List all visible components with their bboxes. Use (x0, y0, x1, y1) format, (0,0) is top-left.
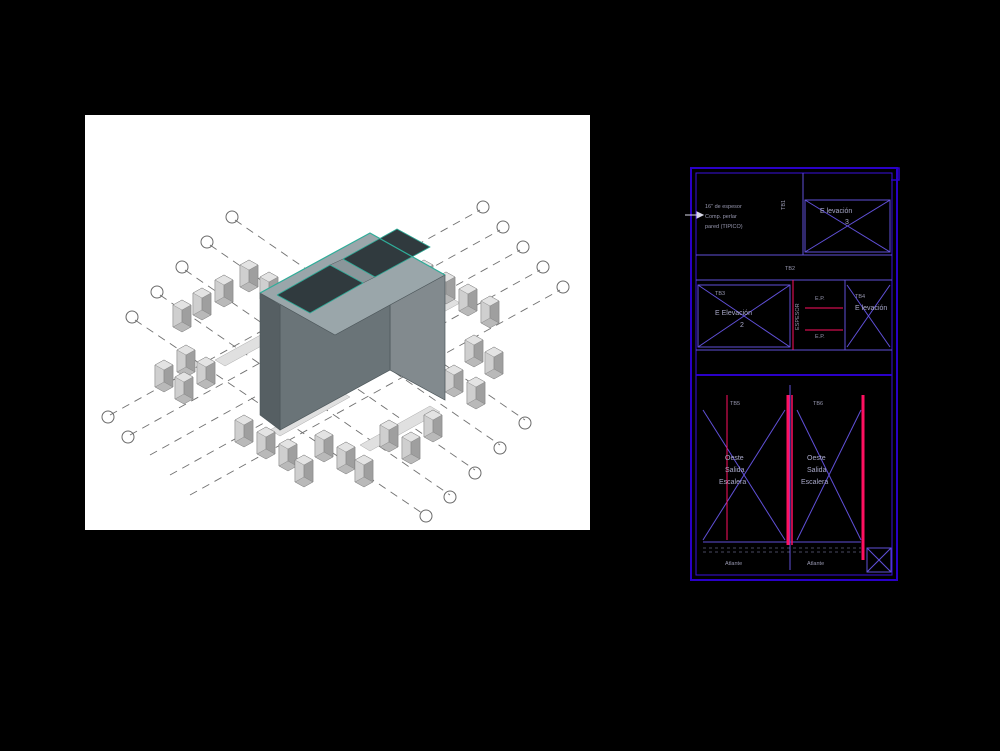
label-esp1: E.P. (815, 296, 825, 302)
leader-arrow (685, 212, 703, 218)
lower-section: TB5 TB6 Oeste Salida Escalera Oeste Sali… (703, 385, 891, 572)
label-tb6: TB6 (813, 401, 823, 407)
label-salida-r: Salida (807, 467, 827, 474)
label-tb1: TB1 (781, 200, 787, 210)
label-escalera-r: Escalera (801, 479, 828, 486)
label-componente: Comp. perlar (705, 214, 737, 220)
label-tb4: TB4 (855, 294, 865, 300)
upper-labels: 16" de espesor Comp. perlar pared (TIPIC… (705, 200, 887, 340)
label-salida-l: Salida (725, 467, 745, 474)
label-vert-espesor: ESPESOR (795, 303, 801, 330)
plan-sheet-panel: 16" de espesor Comp. perlar pared (TIPIC… (685, 160, 905, 590)
label-atlante-r: Atlante (807, 561, 824, 567)
upper-grid (696, 173, 892, 350)
label-escalera-l: Escalera (719, 479, 746, 486)
core-box (260, 229, 445, 430)
iso-3d-panel (85, 115, 590, 530)
label-atlante-l: Atlante (725, 561, 742, 567)
label-oeste-r: Oeste (807, 455, 826, 462)
magenta-markers (727, 395, 863, 560)
label-elev-3b: 3 (845, 219, 849, 226)
label-oeste-l: Oeste (725, 455, 744, 462)
label-elev-2a: E Elevación (715, 310, 752, 317)
label-elev-1a: E levación (855, 305, 887, 312)
label-tb5: TB5 (730, 401, 740, 407)
label-elev-2b: 2 (740, 322, 744, 329)
label-tb2: TB2 (785, 266, 795, 272)
label-esp2: E.P. (815, 334, 825, 340)
label-pared: pared (TIPICO) (705, 224, 743, 230)
figure-stage: 16" de espesor Comp. perlar pared (TIPIC… (0, 0, 1000, 751)
label-espesor: 16" de espesor (705, 204, 742, 210)
label-tb3: TB3 (715, 291, 725, 297)
label-elev-3a: E levación (820, 208, 852, 215)
plan-sheet-drawing: 16" de espesor Comp. perlar pared (TIPIC… (685, 160, 905, 590)
iso-3d-drawing (85, 115, 590, 530)
